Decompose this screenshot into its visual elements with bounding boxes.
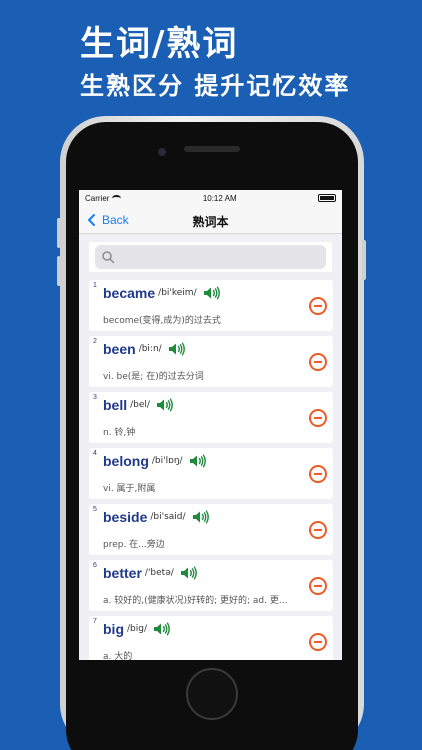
word-list: 1 became /bi'keim/ become(变得,成为)的过去式 2 b… [89, 280, 333, 660]
battery-icon [317, 194, 336, 202]
word-phonetic: /bi'lɒŋ/ [151, 456, 183, 466]
speaker-icon[interactable] [153, 622, 171, 636]
status-time: 10:12 AM [202, 193, 237, 203]
speaker-icon[interactable] [203, 286, 221, 300]
page-title: 熟词本 [192, 215, 229, 229]
speaker-icon[interactable] [156, 398, 174, 412]
remove-circle-icon[interactable] [309, 633, 327, 651]
word-card[interactable]: 7 big /big/ a. 大的 [89, 616, 333, 660]
word-index: 1 [93, 282, 97, 289]
word-index: 2 [93, 338, 97, 345]
word-phonetic: /big/ [127, 624, 147, 634]
word-card[interactable]: 3 bell /bel/ n. 铃,钟 [89, 392, 333, 443]
word-meaning: a. 较好的,(健康状况)好转的; 更好的; ad. 更... [103, 596, 288, 606]
word-text: big [103, 621, 124, 637]
remove-circle-icon[interactable] [309, 465, 327, 483]
search-bar [89, 242, 332, 272]
word-index: 5 [93, 506, 97, 513]
speaker-icon[interactable] [189, 454, 207, 468]
word-index: 4 [93, 450, 97, 457]
word-text: been [103, 341, 136, 357]
power-button [362, 240, 366, 280]
word-meaning: a. 大的 [103, 652, 133, 660]
word-phonetic: /bel/ [130, 400, 150, 410]
word-text: beside [103, 509, 148, 525]
remove-circle-icon[interactable] [309, 297, 327, 315]
word-card[interactable]: 2 been /bi:n/ vi. be(是; 在)的过去分词 [89, 336, 333, 387]
word-phonetic: /bi:n/ [138, 344, 162, 354]
home-button[interactable] [186, 668, 238, 720]
word-meaning: vi. be(是; 在)的过去分词 [103, 372, 204, 382]
word-phonetic: /bi'said/ [150, 512, 186, 522]
word-phonetic: /bi'keim/ [158, 288, 197, 298]
word-meaning: n. 铃,钟 [103, 428, 136, 438]
remove-circle-icon[interactable] [309, 409, 327, 427]
remove-circle-icon[interactable] [309, 521, 327, 539]
earpiece-speaker [184, 146, 240, 152]
speaker-icon[interactable] [192, 510, 210, 524]
word-text: became [103, 285, 156, 301]
word-phonetic: /'betə/ [144, 568, 174, 578]
promo-subline: 生熟区分 提升记忆效率 [80, 72, 351, 100]
word-text: bell [103, 397, 128, 413]
word-card[interactable]: 5 beside /bi'said/ prep. 在...旁边 [89, 504, 333, 555]
volume-up-button [57, 218, 61, 248]
volume-down-button [57, 256, 61, 286]
word-meaning: vi. 属于,附属 [103, 484, 156, 494]
word-meaning: prep. 在...旁边 [103, 540, 165, 550]
search-input[interactable] [95, 245, 326, 269]
speaker-icon[interactable] [168, 342, 186, 356]
word-text: better [103, 565, 142, 581]
word-text: belong [103, 453, 149, 469]
remove-circle-icon[interactable] [309, 353, 327, 371]
word-index: 3 [93, 394, 97, 401]
status-bar: Carrier 10:12 AM [79, 190, 342, 206]
navigation-bar: Back 熟词本 [79, 206, 342, 234]
speaker-icon[interactable] [180, 566, 198, 580]
remove-circle-icon[interactable] [309, 577, 327, 595]
app-screen: Carrier 10:12 AM Back 熟词本 1 became /bi'k… [79, 190, 342, 660]
word-card[interactable]: 1 became /bi'keim/ become(变得,成为)的过去式 [89, 280, 333, 331]
front-camera [158, 148, 166, 156]
word-card[interactable]: 6 better /'betə/ a. 较好的,(健康状况)好转的; 更好的; … [89, 560, 333, 611]
word-card[interactable]: 4 belong /bi'lɒŋ/ vi. 属于,附属 [89, 448, 333, 499]
word-index: 7 [93, 618, 97, 625]
word-meaning: become(变得,成为)的过去式 [103, 316, 221, 326]
promo-headline: 生词/熟词 [80, 24, 239, 64]
carrier-label: Carrier [85, 193, 110, 203]
wifi-icon [112, 194, 122, 202]
word-index: 6 [93, 562, 97, 569]
search-icon [102, 251, 115, 264]
